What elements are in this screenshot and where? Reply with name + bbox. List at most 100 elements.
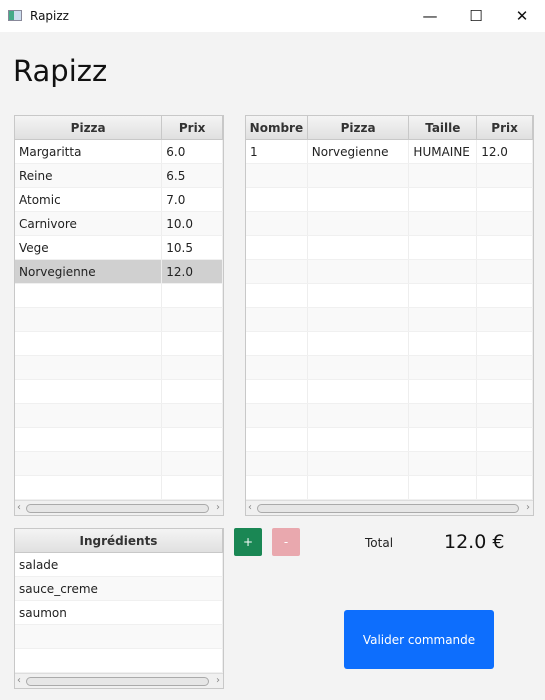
- table-cell: [409, 260, 478, 283]
- scroll-thumb[interactable]: [26, 504, 209, 513]
- table-row[interactable]: [246, 308, 533, 332]
- horizontal-scrollbar[interactable]: ‹ ›: [15, 500, 223, 515]
- table-cell: [409, 284, 478, 307]
- horizontal-scrollbar[interactable]: ‹ ›: [246, 500, 533, 515]
- horizontal-scrollbar[interactable]: ‹ ›: [15, 673, 223, 688]
- scroll-right-icon[interactable]: ›: [216, 501, 220, 515]
- remove-button[interactable]: -: [272, 528, 300, 556]
- table-cell: [477, 428, 533, 451]
- column-header[interactable]: Pizza: [15, 116, 163, 139]
- table-cell: [409, 164, 478, 187]
- table-row[interactable]: [15, 428, 223, 452]
- table-row[interactable]: [246, 164, 533, 188]
- table-cell: [477, 212, 533, 235]
- table-row[interactable]: salade: [15, 553, 223, 577]
- scroll-left-icon[interactable]: ‹: [17, 501, 21, 515]
- table-row[interactable]: [15, 452, 223, 476]
- table-row[interactable]: [15, 625, 223, 649]
- add-button[interactable]: +: [234, 528, 262, 556]
- table-cell: Reine: [15, 164, 163, 187]
- table-row[interactable]: Atomic 7.0: [15, 188, 223, 212]
- table-cell: 10.5: [162, 236, 223, 259]
- scroll-right-icon[interactable]: ›: [526, 501, 530, 515]
- table-row[interactable]: [246, 356, 533, 380]
- table-row[interactable]: [246, 236, 533, 260]
- table-row[interactable]: [15, 332, 223, 356]
- table-row[interactable]: [15, 649, 223, 673]
- table-cell: [308, 404, 410, 427]
- close-button[interactable]: ✕: [499, 0, 545, 32]
- table-row[interactable]: [246, 476, 533, 500]
- table-row[interactable]: [15, 404, 223, 428]
- table-cell: [308, 260, 410, 283]
- table-cell: HUMAINE: [409, 140, 478, 163]
- table-cell: [162, 428, 223, 451]
- table-cell: [409, 356, 478, 379]
- table-cell: sauce_creme: [15, 577, 223, 600]
- order-table[interactable]: Nombre Pizza Taille Prix 1 Norvegienne HUMAINE…: [245, 115, 534, 516]
- column-header[interactable]: Ingrédients: [15, 529, 223, 552]
- column-header[interactable]: Taille: [409, 116, 478, 139]
- table-cell: Vege: [15, 236, 163, 259]
- minimize-button[interactable]: —: [407, 0, 453, 32]
- ingredients-table[interactable]: Ingrédients salade sauce_creme saumon ‹ ›: [14, 528, 224, 689]
- table-row[interactable]: [246, 404, 533, 428]
- window-title: Rapizz: [30, 9, 69, 23]
- column-header[interactable]: Prix: [162, 116, 223, 139]
- validate-order-button[interactable]: Valider commande: [344, 610, 494, 669]
- table-row[interactable]: [246, 284, 533, 308]
- table-row[interactable]: Vege 10.5: [15, 236, 223, 260]
- table-row[interactable]: Reine 6.5: [15, 164, 223, 188]
- column-header[interactable]: Nombre: [246, 116, 308, 139]
- table-cell: [308, 476, 410, 499]
- table-row[interactable]: Margaritta 6.0: [15, 140, 223, 164]
- column-header[interactable]: Pizza: [308, 116, 410, 139]
- table-row[interactable]: 1 Norvegienne HUMAINE 12.0: [246, 140, 533, 164]
- pizza-menu-table[interactable]: Pizza Prix Margaritta 6.0 Reine 6.5 Atomic 7.0 C…: [14, 115, 224, 516]
- table-row[interactable]: [15, 476, 223, 500]
- total-value: 12.0 €: [444, 531, 505, 553]
- table-row[interactable]: [246, 452, 533, 476]
- table-cell: [477, 236, 533, 259]
- table-row[interactable]: [15, 284, 223, 308]
- table-row[interactable]: [246, 428, 533, 452]
- table-cell: [409, 212, 478, 235]
- table-row[interactable]: [246, 212, 533, 236]
- table-cell: [246, 308, 308, 331]
- table-cell: [477, 308, 533, 331]
- table-cell: [15, 452, 163, 475]
- table-cell: [477, 332, 533, 355]
- table-row[interactable]: [246, 380, 533, 404]
- title-bar: Rapizz — ☐ ✕: [0, 0, 545, 32]
- maximize-button[interactable]: ☐: [453, 0, 499, 32]
- table-cell: [246, 260, 308, 283]
- table-cell: [15, 332, 163, 355]
- table-row[interactable]: sauce_creme: [15, 577, 223, 601]
- table-row[interactable]: [246, 188, 533, 212]
- table-cell: 10.0: [162, 212, 223, 235]
- scroll-thumb[interactable]: [26, 677, 209, 686]
- scroll-left-icon[interactable]: ‹: [248, 501, 252, 515]
- table-cell: [15, 428, 163, 451]
- table-row[interactable]: [246, 332, 533, 356]
- scroll-left-icon[interactable]: ‹: [17, 674, 21, 688]
- table-row[interactable]: Norvegienne 12.0: [15, 260, 223, 284]
- table-row[interactable]: [15, 308, 223, 332]
- table-row[interactable]: [15, 356, 223, 380]
- column-header[interactable]: Prix: [477, 116, 533, 139]
- table-row[interactable]: saumon: [15, 601, 223, 625]
- table-row[interactable]: [15, 380, 223, 404]
- table-cell: [162, 356, 223, 379]
- table-cell: 6.0: [162, 140, 223, 163]
- table-cell: [162, 380, 223, 403]
- table-row[interactable]: [246, 260, 533, 284]
- table-cell: [246, 188, 308, 211]
- table-cell: [162, 284, 223, 307]
- scroll-thumb[interactable]: [257, 504, 519, 513]
- scroll-right-icon[interactable]: ›: [216, 674, 220, 688]
- table-cell: [15, 404, 163, 427]
- table-cell: [162, 404, 223, 427]
- table-row[interactable]: Carnivore 10.0: [15, 212, 223, 236]
- table-cell: [308, 236, 410, 259]
- table-cell: [308, 452, 410, 475]
